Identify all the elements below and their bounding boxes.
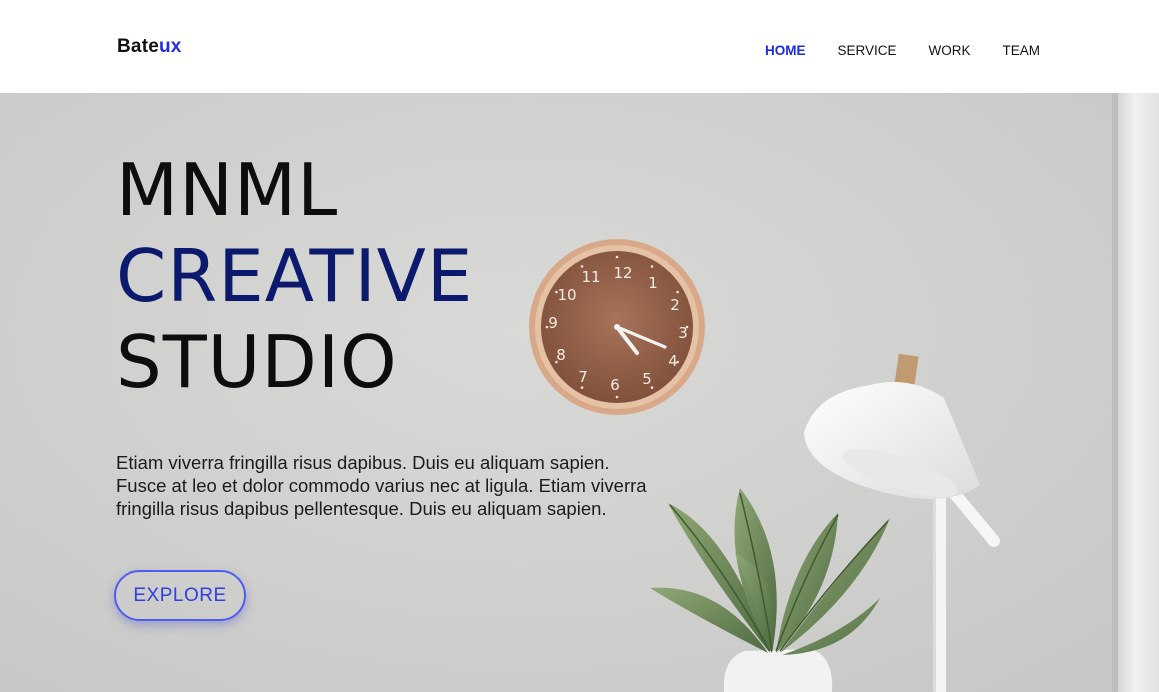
brand-name-accent: ux (158, 36, 182, 57)
clock-numeral: 12 (613, 264, 632, 282)
hero-description: Etiam viverra fringilla risus dapibus. D… (116, 452, 647, 519)
nav-link-work[interactable]: WORK (928, 43, 970, 58)
nav-link-service[interactable]: SERVICE (837, 43, 896, 58)
door-frame (1112, 93, 1159, 692)
clock-numeral: 8 (556, 346, 566, 364)
hero-headline: MNML CREATIVE STUDIO (116, 147, 473, 405)
clock-numeral: 10 (557, 286, 576, 304)
main-nav: HOME SERVICE WORK TEAM (765, 43, 1040, 58)
hero-section: 12 1 2 3 4 5 6 7 8 9 10 11 MNML CREATIVE… (0, 93, 1159, 692)
clock-numeral: 5 (642, 370, 652, 388)
nav-link-team[interactable]: TEAM (1002, 43, 1040, 58)
headline-line-2: CREATIVE (116, 234, 474, 318)
clock-numeral: 9 (548, 314, 558, 332)
brand-name-main: Bate (117, 36, 159, 57)
top-navbar: Bateux HOME SERVICE WORK TEAM (0, 0, 1159, 93)
headline-line-3: STUDIO (116, 320, 398, 404)
potted-plant-image (650, 488, 890, 692)
brand-logo[interactable]: Bateux (117, 36, 182, 58)
wall-clock-image: 12 1 2 3 4 5 6 7 8 9 10 11 (529, 239, 705, 415)
clock-numeral: 7 (578, 368, 588, 386)
nav-link-home[interactable]: HOME (765, 43, 806, 58)
clock-numeral: 11 (581, 268, 600, 286)
explore-button[interactable]: EXPLORE (114, 570, 246, 621)
clock-numeral: 2 (670, 296, 680, 314)
clock-numeral: 4 (668, 352, 678, 370)
headline-line-1: MNML (116, 148, 339, 232)
clock-numeral: 1 (648, 274, 658, 292)
clock-numeral: 6 (610, 376, 620, 394)
clock-numeral: 3 (678, 324, 688, 342)
